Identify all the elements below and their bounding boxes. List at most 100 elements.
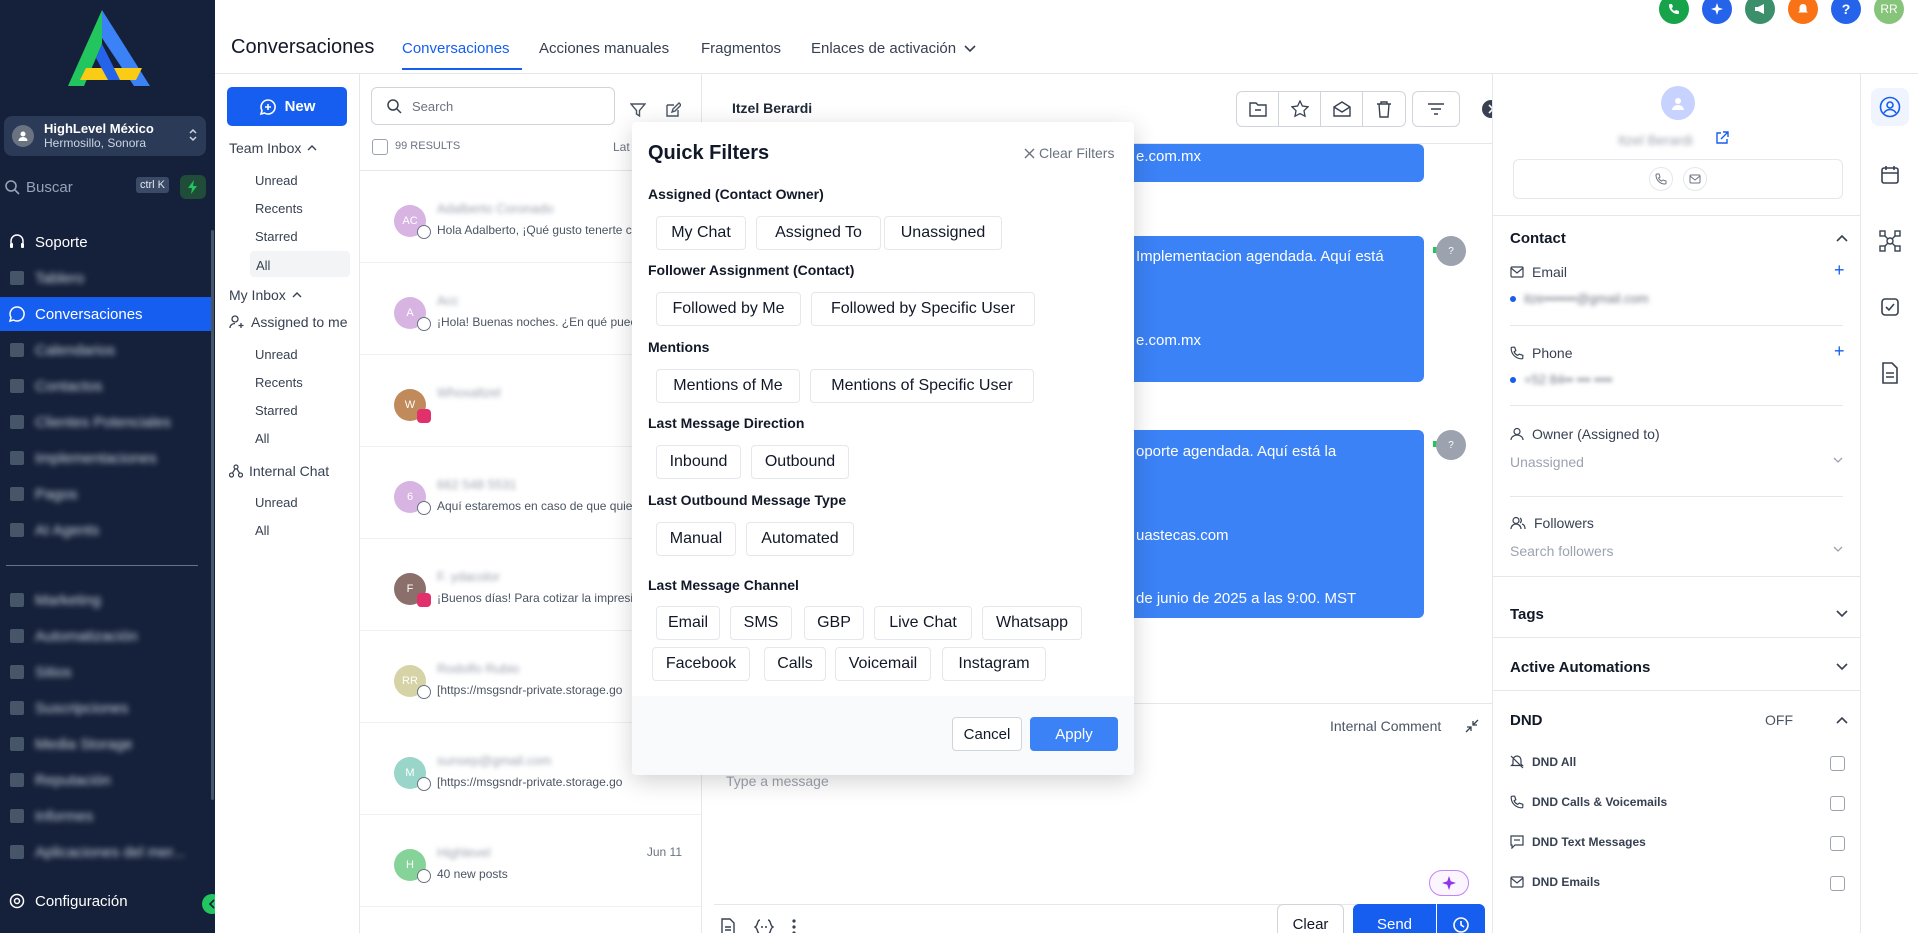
dnd-email-checkbox[interactable] xyxy=(1830,876,1845,891)
sidebar-item-marketing[interactable]: Marketing xyxy=(0,583,212,617)
message-bubble[interactable]: e.com.mx xyxy=(1126,144,1424,182)
chat-contact-name[interactable]: Itzel Berardi xyxy=(732,100,812,116)
select-all-checkbox[interactable] xyxy=(372,139,388,155)
tab-acciones-manuales[interactable]: Acciones manuales xyxy=(539,40,669,57)
tab-conversaciones[interactable]: Conversaciones xyxy=(402,40,510,57)
chip-voicemail[interactable]: Voicemail xyxy=(835,647,931,681)
call-contact-button[interactable] xyxy=(1649,167,1673,191)
assigned-to-me[interactable]: Assigned to me xyxy=(229,314,348,330)
chip-gbp[interactable]: GBP xyxy=(804,606,864,640)
sidebar-item-aplicaciones[interactable]: Aplicaciones del mer... xyxy=(0,835,212,869)
highlevel-logo[interactable] xyxy=(50,8,154,88)
chip-unassigned[interactable]: Unassigned xyxy=(884,216,1002,250)
message-filter-button[interactable] xyxy=(1412,91,1460,127)
sidebar-item-soporte[interactable]: Soporte xyxy=(0,225,212,259)
sidebar-item-sitios[interactable]: Sitios xyxy=(0,655,212,689)
chip-email[interactable]: Email xyxy=(656,606,720,640)
team-inbox-starred[interactable]: Starred xyxy=(255,229,298,244)
chip-live-chat[interactable]: Live Chat xyxy=(874,606,972,640)
sidebar-scrollbar[interactable] xyxy=(211,230,214,800)
automations-section-title[interactable]: Active Automations xyxy=(1510,659,1650,676)
help-button[interactable]: ? xyxy=(1831,0,1861,24)
sidebar-item-automatizacion[interactable]: Automatización xyxy=(0,619,212,653)
rail-tasks-button[interactable] xyxy=(1877,294,1903,320)
add-phone-button[interactable]: + xyxy=(1834,341,1845,362)
chip-calls[interactable]: Calls xyxy=(764,647,826,681)
conversation-search[interactable]: Search xyxy=(371,87,615,125)
clear-button[interactable]: Clear xyxy=(1277,904,1344,933)
chip-instagram[interactable]: Instagram xyxy=(942,647,1046,681)
new-conversation-button[interactable]: New xyxy=(227,87,347,126)
ai-sparkle-button[interactable] xyxy=(1702,0,1732,24)
sidebar-item-implementaciones[interactable]: Implementaciones xyxy=(0,441,212,475)
chip-followed-by-specific-user[interactable]: Followed by Specific User xyxy=(811,292,1035,326)
rail-opportunities-button[interactable] xyxy=(1877,228,1903,254)
chevron-down-icon[interactable] xyxy=(1836,610,1848,618)
message-bubble[interactable]: oporte agendada. Aquí está la uastecas.c… xyxy=(1126,430,1424,618)
chip-whatsapp[interactable]: Whatsapp xyxy=(982,606,1082,640)
dnd-all-checkbox[interactable] xyxy=(1830,756,1845,771)
rail-notes-button[interactable] xyxy=(1877,360,1903,386)
sidebar-item-tablero[interactable]: Tablero xyxy=(0,261,212,295)
tab-fragmentos[interactable]: Fragmentos xyxy=(701,40,781,57)
phone-value[interactable]: +52 84•• ••• •••• xyxy=(1510,372,1612,387)
owner-select[interactable]: Unassigned xyxy=(1510,454,1843,470)
more-options-button[interactable] xyxy=(792,919,796,933)
star-button[interactable] xyxy=(1279,92,1321,126)
email-value[interactable]: itze•••••••@gmail.com xyxy=(1510,291,1649,306)
sidebar-item-ai-agents[interactable]: AI Agents xyxy=(0,513,212,547)
cancel-button[interactable]: Cancel xyxy=(952,717,1022,751)
filter-button[interactable] xyxy=(630,102,646,118)
mark-unread-button[interactable] xyxy=(1321,92,1363,126)
open-contact-button[interactable] xyxy=(1715,131,1729,145)
chip-outbound[interactable]: Outbound xyxy=(751,445,849,479)
chip-mentions-of-specific-user[interactable]: Mentions of Specific User xyxy=(810,369,1034,403)
team-inbox-unread[interactable]: Unread xyxy=(255,173,298,188)
announcements-button[interactable] xyxy=(1745,0,1775,24)
team-inbox-all[interactable]: All xyxy=(250,251,350,277)
chip-manual[interactable]: Manual xyxy=(656,522,736,556)
dnd-calls-checkbox[interactable] xyxy=(1830,796,1845,811)
template-button[interactable] xyxy=(720,918,736,933)
sidebar-item-pagos[interactable]: Pagos xyxy=(0,477,212,511)
my-inbox-recents[interactable]: Recents xyxy=(255,375,303,390)
sidebar-item-suscripciones[interactable]: Suscripciones xyxy=(0,691,212,725)
tags-section-title[interactable]: Tags xyxy=(1510,606,1544,623)
quick-actions-button[interactable] xyxy=(180,175,206,199)
internal-comment-tab[interactable]: Internal Comment xyxy=(1330,718,1441,734)
message-input[interactable]: Type a message xyxy=(726,773,829,789)
sidebar-search[interactable]: Buscar ctrl K xyxy=(4,176,169,198)
move-folder-button[interactable] xyxy=(1237,92,1279,126)
chevron-down-icon[interactable] xyxy=(1836,663,1848,671)
sidebar-item-conversaciones[interactable]: Conversaciones xyxy=(0,297,212,331)
sort-dropdown[interactable]: Lat xyxy=(613,140,630,154)
chip-automated[interactable]: Automated xyxy=(746,522,854,556)
tab-enlaces-de-activacion[interactable]: Enlaces de activación xyxy=(811,40,976,57)
user-avatar[interactable]: RR xyxy=(1874,0,1904,24)
rail-contact-button[interactable] xyxy=(1871,88,1909,126)
sidebar-item-clientes-potenciales[interactable]: Clientes Potenciales xyxy=(0,405,212,439)
chevron-up-icon[interactable] xyxy=(1836,716,1848,724)
phone-button[interactable] xyxy=(1659,0,1689,24)
chip-inbound[interactable]: Inbound xyxy=(656,445,741,479)
notifications-button[interactable] xyxy=(1788,0,1818,24)
schedule-send-button[interactable] xyxy=(1437,904,1485,933)
apply-button[interactable]: Apply xyxy=(1030,717,1118,751)
delete-button[interactable] xyxy=(1363,92,1405,126)
my-inbox-starred[interactable]: Starred xyxy=(255,403,298,418)
my-inbox-header[interactable]: My Inbox xyxy=(229,287,302,303)
my-inbox-all[interactable]: All xyxy=(255,431,269,446)
account-switcher[interactable]: HighLevel México Hermosillo, Sonora xyxy=(4,116,206,156)
chip-assigned-to[interactable]: Assigned To xyxy=(756,216,881,250)
chip-facebook[interactable]: Facebook xyxy=(652,647,750,681)
internal-chat-header[interactable]: Internal Chat xyxy=(229,463,329,479)
chip-my-chat[interactable]: My Chat xyxy=(656,216,746,250)
team-inbox-header[interactable]: Team Inbox xyxy=(229,140,317,156)
sidebar-item-contactos[interactable]: Contactos xyxy=(0,369,212,403)
my-inbox-unread[interactable]: Unread xyxy=(255,347,298,362)
conversation-row[interactable]: H Highlevel 40 new posts Jun 11 xyxy=(360,815,701,907)
add-email-button[interactable]: + xyxy=(1834,260,1845,281)
internal-chat-unread[interactable]: Unread xyxy=(255,495,298,510)
ai-assist-button[interactable] xyxy=(1429,870,1469,896)
rail-calendar-button[interactable] xyxy=(1877,162,1903,188)
